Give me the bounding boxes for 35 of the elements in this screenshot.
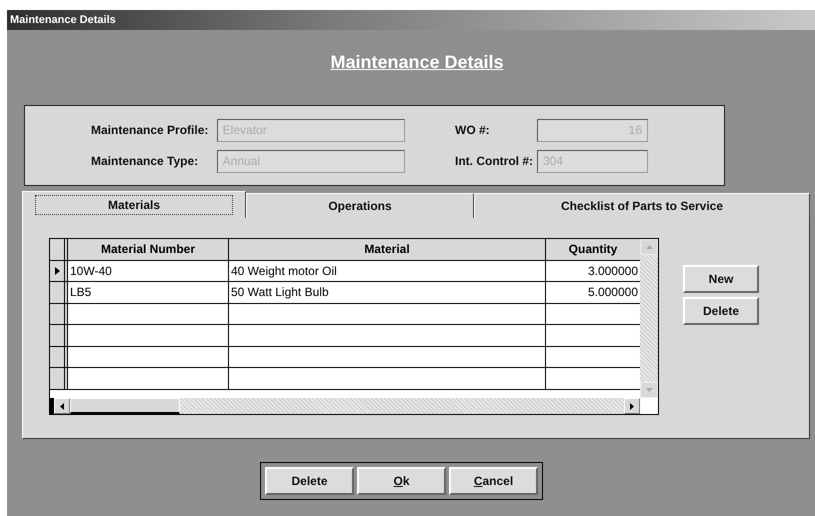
table-cell: 10W-40 [68, 260, 229, 281]
tab[interactable]: Operations [246, 193, 474, 218]
dialog-button[interactable]: Delete [265, 467, 354, 495]
field-label: Maintenance Type: [91, 154, 200, 168]
field-label: Int. Control #: [455, 154, 534, 168]
tab[interactable]: Checklist of Parts to Service [474, 193, 810, 218]
vertical-scrollbar[interactable] [640, 239, 658, 398]
table-cell-text: 5.000000 [586, 284, 639, 301]
row-indicator[interactable] [50, 260, 68, 281]
field-label: WO #: [455, 123, 491, 137]
row-indicator[interactable] [50, 282, 68, 302]
side-button[interactable]: New [683, 265, 759, 293]
horizontal-scrollbar[interactable] [50, 398, 640, 414]
row-indicator[interactable] [50, 304, 68, 324]
scroll-up-icon [646, 245, 652, 249]
row-indicator[interactable] [50, 368, 68, 388]
scroll-down-icon [646, 388, 652, 392]
table-cell: LB5 [68, 282, 229, 302]
column-header[interactable]: Quantity [546, 239, 640, 260]
row-indicator[interactable] [50, 325, 68, 346]
row-indicator[interactable] [50, 346, 68, 367]
table-cell: 50 Watt Light Bulb [229, 282, 546, 302]
scroll-right-icon [630, 402, 634, 410]
column-header[interactable]: Material Number [68, 239, 229, 260]
table-cell-text: 3.000000 [586, 262, 639, 280]
scroll-left-icon [60, 402, 64, 410]
column-header[interactable]: Material [229, 239, 546, 260]
dialog-button[interactable]: Ok [357, 467, 446, 495]
field-label: Maintenance Profile: [91, 123, 210, 137]
side-button[interactable]: Delete [683, 297, 759, 325]
window-title: Maintenance Details [7, 10, 815, 30]
table-cell: 40 Weight motor Oil [229, 260, 546, 281]
tab[interactable]: Materials [22, 191, 246, 218]
dialog-button[interactable]: Cancel [449, 467, 538, 495]
dialog-heading: Maintenance Details [330, 52, 504, 74]
